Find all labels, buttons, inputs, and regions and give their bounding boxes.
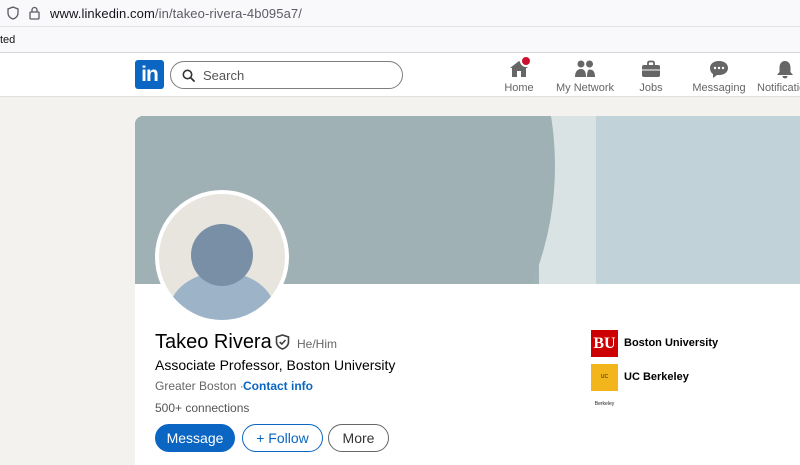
banner-shape <box>596 116 800 284</box>
contact-info-link[interactable]: Contact info <box>243 379 313 393</box>
messaging-icon <box>710 61 728 78</box>
network-icon <box>575 60 595 77</box>
verified-shield-icon[interactable] <box>275 334 290 350</box>
org-name: UC Berkeley <box>624 371 689 383</box>
avatar-head <box>191 224 253 286</box>
top-nav: in Home My Network Jobs Messaging Notifi… <box>0 53 800 97</box>
url-host: www.linkedin.com <box>50 6 155 21</box>
message-button[interactable]: Message <box>155 424 235 452</box>
boston-university-logo: BU <box>591 330 618 357</box>
notification-badge <box>520 55 532 67</box>
url-path: /in/takeo-rivera-4b095a7/ <box>154 6 302 21</box>
nav-jobs[interactable]: Jobs <box>633 57 669 95</box>
connections-count[interactable]: 500+ connections <box>155 401 249 415</box>
nav-label: Notifications <box>757 82 800 94</box>
linkedin-logo[interactable]: in <box>135 60 164 89</box>
more-button[interactable]: More <box>328 424 389 452</box>
lock-icon[interactable] <box>29 6 40 20</box>
nav-label: Jobs <box>639 82 663 94</box>
org-name: Boston University <box>624 337 719 349</box>
follow-button[interactable]: + Follow <box>242 424 323 452</box>
profile-name: Takeo Rivera <box>155 331 272 353</box>
uc-berkeley-logo: UC Berkeley <box>591 364 618 407</box>
nav-home[interactable]: Home <box>500 55 538 95</box>
nav-label: Messaging <box>692 82 746 94</box>
shield-icon[interactable] <box>7 6 19 20</box>
bookmarks-bar: ted <box>0 27 800 53</box>
search-input[interactable] <box>203 66 393 84</box>
briefcase-icon <box>642 60 660 77</box>
pronouns: He/Him <box>297 337 338 351</box>
nav-notifications[interactable]: Notifications <box>756 57 800 95</box>
nav-label: My Network <box>555 82 615 94</box>
nav-messaging[interactable]: Messaging <box>692 57 746 95</box>
nav-label: Home <box>504 82 534 94</box>
bell-icon <box>777 61 793 79</box>
profile-location: Greater Boston · <box>155 379 244 393</box>
nav-my-network[interactable]: My Network <box>555 57 615 95</box>
browser-address-bar[interactable]: www.linkedin.com/in/takeo-rivera-4b095a7… <box>0 0 800 27</box>
url-text[interactable]: www.linkedin.com/in/takeo-rivera-4b095a7… <box>50 6 302 21</box>
profile-photo[interactable] <box>155 190 289 324</box>
profile-headline: Associate Professor, Boston University <box>155 357 396 373</box>
search-icon <box>182 69 195 82</box>
search-box[interactable] <box>170 61 403 89</box>
bookmark-item[interactable]: ted <box>0 34 15 46</box>
avatar-placeholder <box>159 194 285 320</box>
